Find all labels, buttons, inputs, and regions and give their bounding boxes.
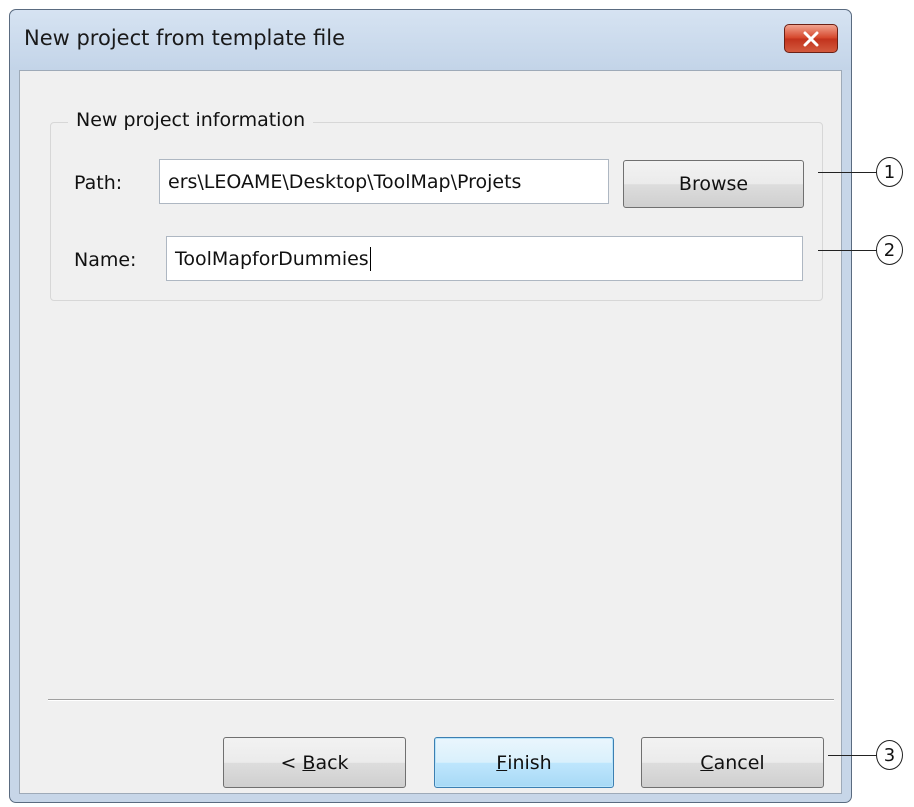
name-field[interactable]: ToolMapforDummies [166,236,803,281]
cancel-rest: ancel [713,751,765,774]
callout-1-marker: 1 [876,157,903,187]
dialog-client-area: New project information Path: ers\LEOAME… [19,70,842,794]
text-caret [369,246,371,271]
name-value: ToolMapforDummies [175,247,369,270]
title-bar[interactable]: New project from template file [10,10,851,70]
cancel-mnemonic: C [700,751,714,774]
back-rest: ack [315,751,349,774]
path-field[interactable]: ers\LEOAME\Desktop\ToolMap\Projets [159,159,609,204]
finish-rest: inish [507,751,552,774]
browse-button[interactable]: Browse [623,160,804,208]
callout-2-marker: 2 [876,235,903,265]
callout-2-line [818,250,877,251]
close-x-icon [803,31,819,46]
back-button[interactable]: < Back [223,737,406,788]
callout-3-marker: 3 [876,740,903,770]
back-mnemonic: B [302,751,316,774]
name-label: Name: [74,249,137,271]
callout-3-line [828,755,877,756]
window-title: New project from template file [24,26,346,50]
cancel-button[interactable]: Cancel [641,737,824,788]
group-label: New project information [68,109,314,131]
button-separator [48,699,834,701]
path-value: ers\LEOAME\Desktop\ToolMap\Projets [168,170,522,193]
path-label: Path: [74,172,123,194]
callout-1-line [818,172,877,173]
finish-mnemonic: F [496,751,508,774]
finish-button[interactable]: Finish [434,737,614,788]
dialog-window: New project from template file New proje… [9,9,852,803]
back-prefix: < [280,751,303,774]
close-button[interactable] [784,24,838,53]
